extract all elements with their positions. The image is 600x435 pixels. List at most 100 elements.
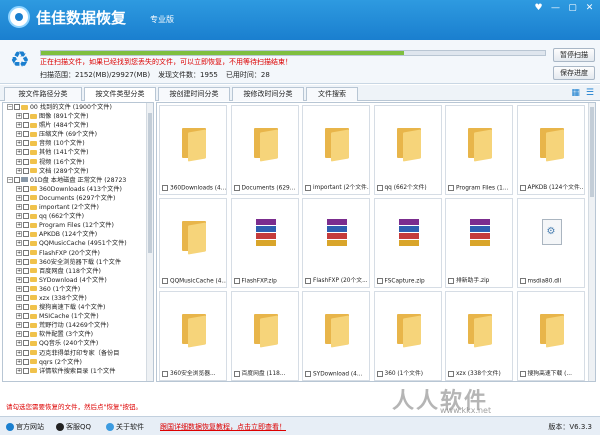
tree-item[interactable]: + 搜狗高速下载 (4个文件) — [3, 303, 153, 312]
tree-checkbox[interactable] — [23, 313, 29, 320]
tree-checkbox[interactable] — [23, 367, 29, 374]
tree-checkbox[interactable] — [23, 249, 29, 256]
expand-icon[interactable]: + — [16, 158, 22, 165]
expand-icon[interactable]: + — [16, 149, 22, 156]
tree-checkbox[interactable] — [23, 204, 29, 211]
tree-item[interactable]: + 压缩文件 (69个文件) — [3, 130, 153, 139]
tree-item[interactable]: +360 (1个文件) — [3, 285, 153, 294]
tree-checkbox[interactable] — [23, 140, 29, 147]
expand-icon[interactable]: + — [16, 194, 22, 201]
file-tile[interactable]: 360 (1个文件) — [373, 291, 442, 381]
tree-checkbox[interactable] — [23, 122, 29, 129]
tab-by-modified[interactable]: 按修改时间分类 — [232, 87, 304, 101]
expand-icon[interactable]: + — [16, 331, 22, 338]
file-tile[interactable]: SYDownload (4... — [302, 291, 370, 381]
tile-checkbox[interactable] — [519, 277, 526, 284]
tree-checkbox[interactable] — [23, 213, 29, 220]
close-icon[interactable]: ✕ — [583, 3, 596, 14]
tree-checkbox[interactable] — [23, 331, 29, 338]
tile-checkbox[interactable] — [305, 370, 311, 377]
file-tile[interactable]: 360Downloads (4... — [159, 105, 227, 195]
maximize-icon[interactable]: ▢ — [566, 3, 579, 14]
qq-support-link[interactable]: 客服QQ — [56, 422, 91, 432]
expand-icon[interactable]: + — [16, 367, 22, 374]
favorite-icon[interactable]: ♥ — [532, 3, 545, 14]
file-tile[interactable]: FSCapture.zip — [373, 198, 442, 288]
expand-icon[interactable]: + — [16, 294, 22, 301]
tree-item[interactable]: + 百度网盘 (118个文件) — [3, 267, 153, 276]
tree-scroll-thumb[interactable] — [148, 113, 152, 253]
tree-item[interactable]: + 文档 (289个文件) — [3, 167, 153, 176]
expand-icon[interactable]: + — [16, 349, 22, 356]
minimize-icon[interactable]: — — [549, 3, 562, 14]
tile-checkbox[interactable] — [376, 370, 383, 377]
tree-item[interactable]: − 00 找到的文件 (1900个文件) — [3, 103, 153, 112]
file-tile[interactable]: important (2个文件... — [302, 105, 370, 195]
file-tile[interactable]: 搜狗高速下载 (... — [516, 291, 585, 381]
tree-checkbox[interactable] — [23, 276, 29, 283]
expand-icon[interactable]: + — [16, 267, 22, 274]
file-tile[interactable]: 百度网盘 (118... — [230, 291, 299, 381]
tree-checkbox[interactable] — [23, 185, 29, 192]
expand-icon[interactable]: + — [16, 231, 22, 238]
tree-item[interactable]: + FlashFXP (20个文件) — [3, 249, 153, 258]
expand-icon[interactable]: + — [16, 313, 22, 320]
tile-checkbox[interactable] — [448, 184, 454, 191]
tree-checkbox[interactable] — [23, 285, 29, 292]
expand-icon[interactable]: + — [16, 140, 22, 147]
tile-checkbox[interactable] — [519, 184, 526, 191]
expand-icon[interactable]: + — [16, 204, 22, 211]
tab-file-search[interactable]: 文件搜索 — [306, 87, 358, 101]
tree-item[interactable]: + 软件配置 (3个文件) — [3, 330, 153, 339]
tile-checkbox[interactable] — [448, 277, 454, 284]
tile-checkbox[interactable] — [162, 370, 168, 377]
tree-checkbox[interactable] — [23, 167, 29, 174]
file-tile[interactable]: Documents (629... — [230, 105, 299, 195]
tree-checkbox[interactable] — [14, 176, 20, 183]
tree-checkbox[interactable] — [23, 149, 29, 156]
expand-icon[interactable]: + — [16, 122, 22, 129]
save-progress-button[interactable]: 保存进度 — [553, 66, 595, 80]
file-tile[interactable]: msdia80.dll — [516, 198, 585, 288]
grid-view-icon[interactable]: ▦ — [571, 88, 580, 98]
tree-item[interactable]: + 荒野行动 (14269个文件) — [3, 321, 153, 330]
expand-icon[interactable]: + — [16, 358, 22, 365]
tree-item[interactable]: +360Downloads (413个文件) — [3, 185, 153, 194]
tile-checkbox[interactable] — [233, 370, 240, 377]
tile-checkbox[interactable] — [448, 370, 454, 377]
tree-checkbox[interactable] — [23, 349, 29, 356]
expand-icon[interactable]: + — [16, 222, 22, 229]
tile-checkbox[interactable] — [519, 370, 526, 377]
expand-icon[interactable]: + — [16, 113, 22, 120]
tree-item[interactable]: + MSICache (1个文件) — [3, 312, 153, 321]
tab-by-created[interactable]: 按创建时间分类 — [158, 87, 230, 101]
file-tile[interactable]: qq (662个文件) — [373, 105, 442, 195]
list-view-icon[interactable]: ☰ — [586, 88, 594, 98]
file-tile[interactable]: APKDB (124个文件... — [516, 105, 585, 195]
file-tile[interactable]: 360安全浏览器... — [159, 291, 227, 381]
tile-checkbox[interactable] — [376, 277, 383, 284]
tree-checkbox[interactable] — [23, 231, 29, 238]
tree-scrollbar[interactable] — [146, 103, 153, 381]
tree-item[interactable]: + SYDownload (4个文件) — [3, 276, 153, 285]
tree-item[interactable]: + 照片 (484个文件) — [3, 121, 153, 130]
tree-item[interactable]: + 音频 (10个文件) — [3, 139, 153, 148]
grid-scroll-thumb[interactable] — [590, 107, 594, 197]
expand-icon[interactable]: + — [16, 185, 22, 192]
tree-checkbox[interactable] — [23, 267, 29, 274]
tile-checkbox[interactable] — [162, 184, 168, 191]
tile-checkbox[interactable] — [233, 277, 240, 284]
tree-item[interactable]: − 01D盘 本地磁盘 正常文件 (28723 — [3, 176, 153, 185]
tree-checkbox[interactable] — [23, 258, 29, 265]
tree-item[interactable]: + 其他 (141个文件) — [3, 148, 153, 157]
file-tile[interactable]: Program Files (1... — [445, 105, 513, 195]
tree-item[interactable]: + xzx (338个文件) — [3, 294, 153, 303]
expand-icon[interactable]: + — [16, 285, 22, 292]
tree-item[interactable]: + qq (662个文件) — [3, 212, 153, 221]
website-link[interactable]: 官方网站 — [6, 422, 44, 432]
tab-by-path[interactable]: 按文件路径分类 — [4, 87, 82, 101]
tree-checkbox[interactable] — [23, 358, 29, 365]
tutorial-link[interactable]: 跟国详细数据恢复教程，点击立即查看！ — [160, 422, 286, 432]
tree-checkbox[interactable] — [23, 304, 29, 311]
expand-icon[interactable]: + — [16, 213, 22, 220]
